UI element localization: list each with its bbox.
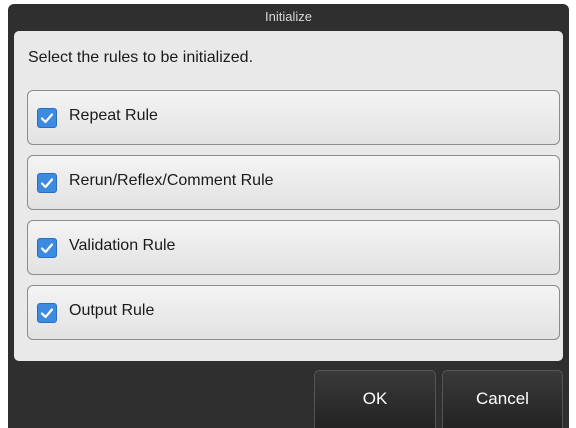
checkmark-icon [40,308,54,319]
rule-option-output[interactable]: Output Rule [27,285,560,340]
checkbox-repeat-rule[interactable] [37,108,57,128]
checkmark-icon [40,243,54,254]
rule-label: Output Rule [69,302,155,319]
rule-option-validation[interactable]: Validation Rule [27,220,560,275]
initialize-dialog: Initialize Select the rules to be initia… [8,4,569,428]
rule-option-repeat[interactable]: Repeat Rule [27,90,560,145]
checkbox-validation-rule[interactable] [37,238,57,258]
cancel-button[interactable]: Cancel [442,370,563,428]
dialog-content: Select the rules to be initialized. Repe… [14,31,563,361]
rule-label: Repeat Rule [69,107,158,124]
ok-button[interactable]: OK [314,370,436,428]
rule-option-rerun-reflex-comment[interactable]: Rerun/Reflex/Comment Rule [27,155,560,210]
rule-label: Validation Rule [69,237,176,254]
checkbox-rerun-reflex-comment-rule[interactable] [37,173,57,193]
dialog-title: Initialize [265,9,312,24]
checkmark-icon [40,178,54,189]
rule-label: Rerun/Reflex/Comment Rule [69,172,274,189]
checkbox-output-rule[interactable] [37,303,57,323]
checkmark-icon [40,113,54,124]
instruction-text: Select the rules to be initialized. [28,49,254,66]
